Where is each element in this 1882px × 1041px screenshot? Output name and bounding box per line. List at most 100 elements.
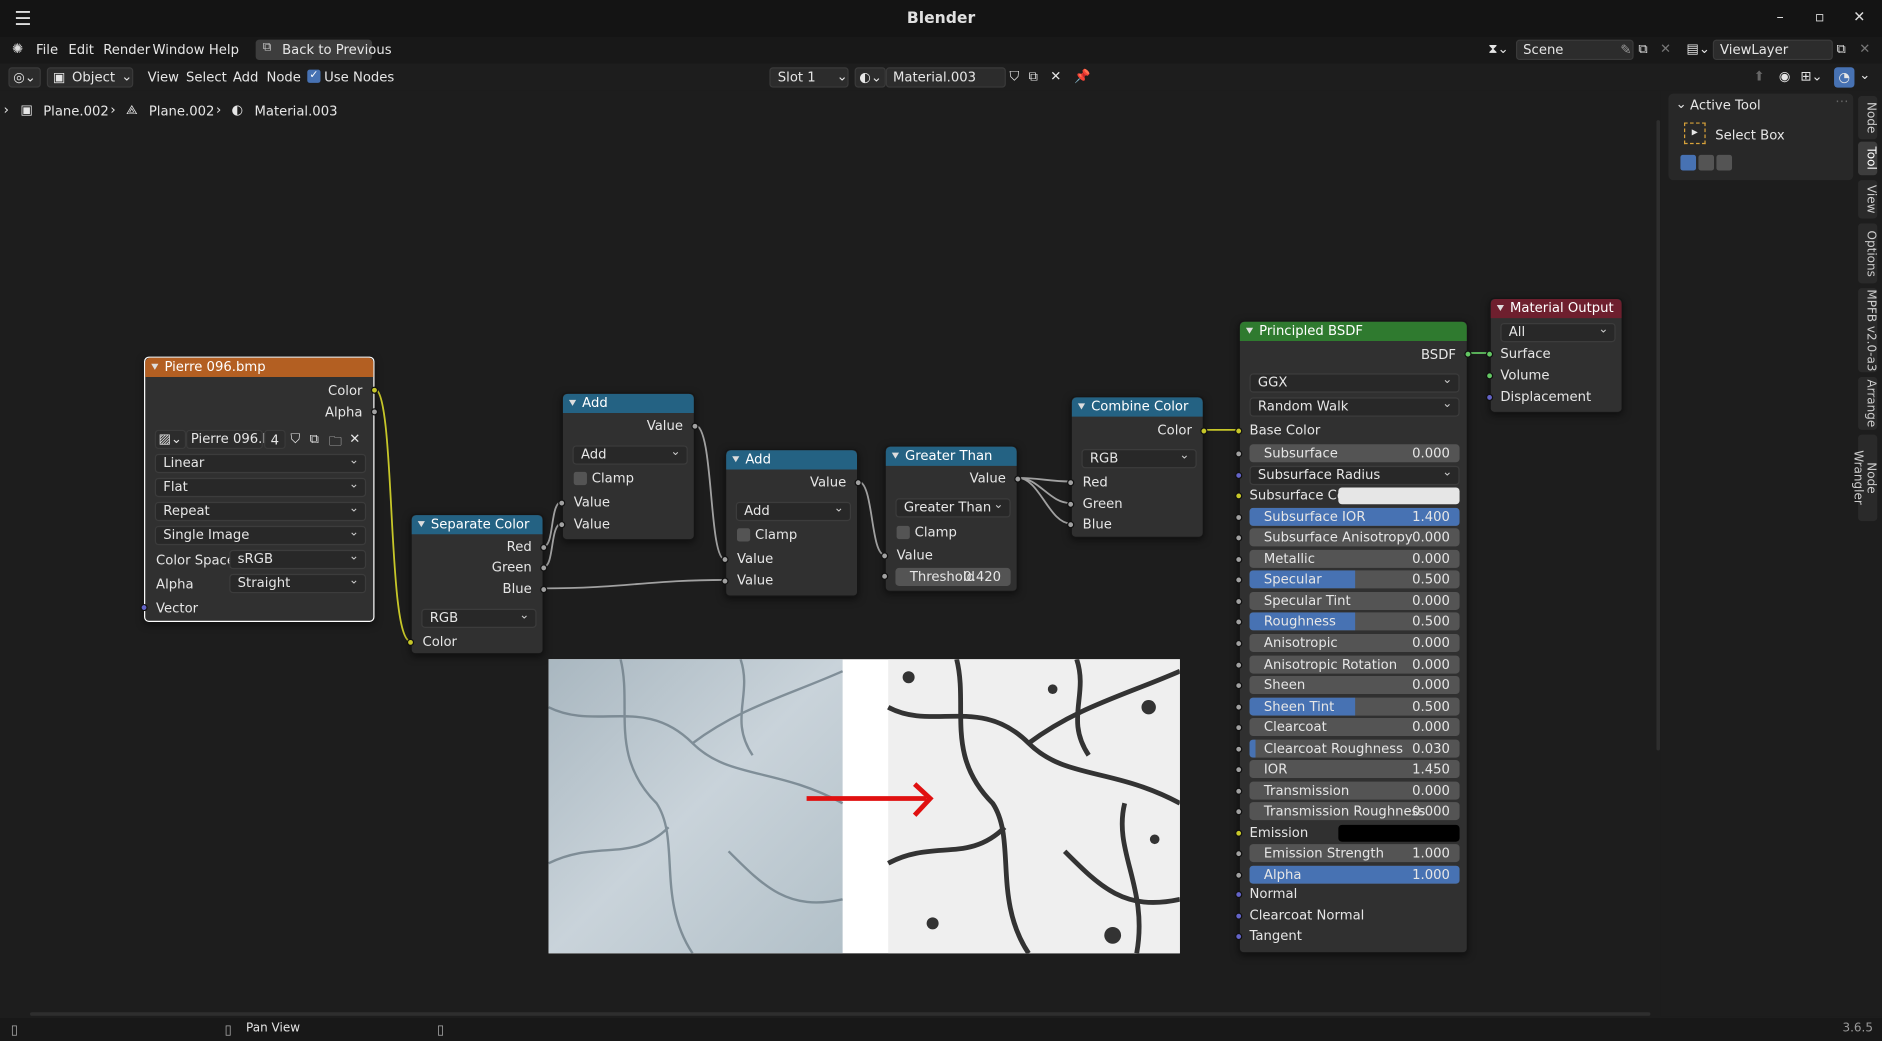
overlays-toggle[interactable]: ◔ [1834,67,1855,88]
output-color-socket[interactable] [370,386,379,394]
view-layer-icon[interactable]: ▤⌄ [1686,41,1710,57]
output-color-socket[interactable] [1200,427,1208,435]
bsdf-input-socket[interactable] [1235,471,1243,479]
bsdf-input-socket[interactable] [1235,808,1243,816]
unlink-image-icon[interactable]: ✕ [349,431,360,447]
clamp-checkbox[interactable] [736,528,751,542]
bsdf-input-socket[interactable] [1235,724,1243,732]
bsdf-slider[interactable]: Sheen Tint 0.500 [1249,697,1460,716]
tab-tool[interactable]: Tool [1858,141,1878,176]
bsdf-slider[interactable]: Anisotropic Rotation 0.000 [1249,654,1460,673]
bsdf-input-socket[interactable] [1235,745,1243,753]
clamp-checkbox[interactable] [896,525,910,540]
bsdf-input-socket[interactable] [1235,555,1243,563]
sidebar-scrollbar[interactable] [1656,120,1661,751]
grip-icon[interactable]: ⋯ [1835,94,1848,110]
volume-socket[interactable] [1485,372,1494,380]
threshold-slider[interactable]: Threshold 0.420 [895,567,1011,586]
select-box-icon[interactable]: ▸ [1684,122,1706,145]
material-output-node[interactable]: Material Output All Surface Volume Displ… [1485,297,1623,414]
bsdf-slider[interactable]: Clearcoat Roughness 0.030 [1249,739,1460,758]
bsdf-input-socket[interactable] [1235,682,1243,690]
operation-dropdown[interactable]: Add [572,444,688,465]
mode-subtract-icon[interactable] [1716,154,1733,171]
output-value-socket[interactable] [854,479,862,487]
bsdf-input-socket[interactable] [1235,660,1243,669]
tab-node-wrangler[interactable]: Node Wrangler [1851,434,1878,522]
bsdf-input-socket[interactable] [1235,492,1243,500]
extension-dropdown[interactable]: Repeat [154,501,367,522]
clamp-checkbox[interactable] [573,471,587,486]
node-header[interactable]: Greater Than [885,446,1017,466]
operation-dropdown[interactable]: Greater Than [895,497,1011,518]
bsdf-input-socket[interactable] [1235,639,1243,648]
bsdf-input-socket[interactable] [1235,597,1243,605]
minimize-button[interactable]: – [1776,8,1783,25]
output-alpha-socket[interactable] [370,408,379,416]
input-value-socket[interactable] [881,552,889,560]
subsurface-method-dropdown[interactable]: Random Walk [1249,396,1460,417]
bsdf-input-socket[interactable] [1235,534,1243,542]
math-greater-than-node[interactable]: Greater Than Value Greater Than Clamp Va… [881,445,1022,592]
chevron-down-icon[interactable]: ⌄ [1676,96,1687,112]
output-bsdf-socket[interactable] [1464,350,1472,358]
chevron-down-icon[interactable]: ⌄ [1859,67,1870,83]
maximize-button[interactable]: ▫ [1815,8,1825,25]
snap-icon[interactable]: ⊞⌄ [1800,68,1822,84]
projection-dropdown[interactable]: Flat [154,477,367,498]
output-red-socket[interactable] [540,543,548,552]
bsdf-slider[interactable]: Roughness 0.500 [1249,612,1460,631]
bsdf-slider[interactable]: Transmission 0.000 [1249,781,1460,800]
input-value-socket-1[interactable] [558,499,566,507]
bsdf-input-socket[interactable] [1235,871,1243,879]
bsdf-slider[interactable]: Subsurface 0.000 [1249,444,1460,463]
bsdf-slider[interactable]: Sheen 0.000 [1249,676,1460,695]
bsdf-input-socket[interactable] [1235,513,1243,521]
node-header[interactable]: Pierre 096.bmp [145,357,374,378]
output-blue-socket[interactable] [540,585,548,594]
bsdf-input-socket[interactable] [1235,829,1243,837]
clearcoat-normal-socket[interactable] [1235,912,1243,920]
source-dropdown[interactable]: Single Image [154,525,367,546]
view-layer-field[interactable]: ViewLayer [1712,39,1833,61]
close-button[interactable]: ✕ [1853,8,1865,25]
image-browse-button[interactable]: ▨⌄ [154,429,187,450]
input-color-socket[interactable] [406,638,415,646]
horizontal-scrollbar[interactable] [30,1012,1651,1016]
node-header[interactable]: Add [726,450,858,470]
bsdf-slider[interactable]: Emission Strength 1.000 [1249,844,1460,863]
input-vector-socket[interactable] [140,603,148,612]
bsdf-slider[interactable]: Subsurface Anisotropy 0.000 [1249,528,1460,547]
open-folder-icon[interactable]: 🗀 [329,431,342,454]
duplicate-image-icon[interactable]: ⧉ [310,431,319,448]
bsdf-slider[interactable]: Specular Tint 0.000 [1249,591,1460,610]
mode-new-icon[interactable] [1680,154,1697,171]
tab-view[interactable]: View [1858,180,1878,219]
output-green-socket[interactable] [540,564,548,572]
tab-node[interactable]: Node [1858,96,1878,140]
output-value-socket[interactable] [1014,475,1022,483]
parent-node-tree-icon[interactable]: ⬆ [1754,68,1765,84]
node-header[interactable]: Combine Color [1071,397,1203,417]
surface-socket[interactable] [1485,350,1494,358]
alpha-mode-dropdown[interactable]: Straight [229,573,367,594]
color-swatch[interactable] [1338,824,1460,842]
overlay-icon[interactable]: ◉ [1779,68,1791,84]
mode-extend-icon[interactable] [1698,154,1715,171]
target-dropdown[interactable]: All [1500,322,1616,343]
bsdf-input-socket[interactable] [1235,450,1243,458]
bsdf-input-socket[interactable] [1235,618,1243,627]
bsdf-slider[interactable]: Specular 0.500 [1249,570,1460,589]
node-header[interactable]: Principled BSDF [1239,321,1467,341]
operation-dropdown[interactable]: Add [735,501,852,522]
combine-color-node[interactable]: Combine Color Color RGB Red Green Blue [1067,396,1208,538]
bsdf-slider[interactable]: IOR 1.450 [1249,760,1460,779]
bsdf-slider[interactable]: Transmission Roughness 0.000 [1249,802,1460,821]
bsdf-slider[interactable]: Alpha 1.000 [1249,865,1460,884]
fake-user-shield-icon[interactable]: ⛉ [290,431,300,448]
mode-dropdown[interactable]: RGB [421,608,537,628]
node-header[interactable]: Separate Color [411,515,543,535]
separate-color-node[interactable]: Separate Color Red Green Blue RGB Color [406,513,548,655]
bsdf-input-socket[interactable] [1235,703,1243,711]
bsdf-input-socket[interactable] [1235,850,1243,858]
